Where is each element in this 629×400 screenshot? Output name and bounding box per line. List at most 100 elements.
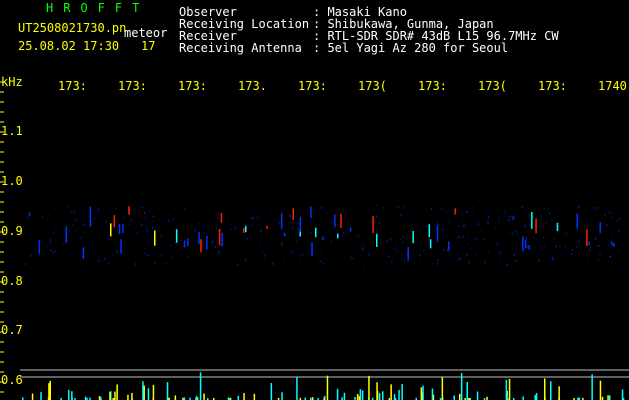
- noise-dot: [282, 259, 284, 261]
- noise-dot: [604, 231, 606, 232]
- echo-streak: [613, 243, 615, 247]
- noise-dot: [52, 252, 54, 253]
- noise-dot: [50, 239, 52, 242]
- noise-dot: [540, 214, 542, 217]
- noise-dot: [510, 215, 512, 218]
- echo-streak: [220, 213, 223, 223]
- noise-dot: [559, 246, 561, 247]
- echo-streak: [349, 227, 352, 232]
- echo-streak: [38, 240, 41, 255]
- noise-dot: [143, 206, 145, 208]
- strength-bar: [343, 392, 346, 400]
- noise-dot: [292, 251, 294, 254]
- noise-dot: [321, 250, 322, 252]
- echo-streak: [524, 239, 527, 249]
- strength-bar: [166, 382, 169, 400]
- noise-dot: [551, 228, 553, 230]
- noise-dot: [467, 243, 469, 245]
- noise-dot: [352, 257, 354, 260]
- strength-bar: [253, 393, 256, 400]
- noise-dot: [448, 221, 450, 223]
- noise-dot: [123, 217, 125, 218]
- noise-dot: [258, 241, 260, 244]
- noise-dot: [180, 239, 182, 241]
- echo-streak: [187, 238, 189, 246]
- noise-dot: [556, 258, 558, 260]
- noise-dot: [203, 231, 205, 234]
- noise-dot: [610, 255, 612, 258]
- noise-dot: [62, 243, 64, 245]
- noise-dot: [606, 224, 608, 227]
- noise-dot: [296, 240, 298, 242]
- noise-dot: [484, 261, 486, 263]
- noise-dot: [543, 207, 545, 210]
- strength-bar: [368, 375, 370, 400]
- noise-dot: [356, 240, 358, 242]
- noise-dot: [453, 214, 455, 216]
- noise-dot: [319, 208, 321, 210]
- noise-dot: [234, 225, 236, 227]
- noise-dot: [554, 212, 556, 214]
- noise-dot: [94, 217, 96, 219]
- noise-dot: [397, 230, 399, 232]
- noise-dot: [292, 226, 294, 229]
- noise-dot: [526, 237, 527, 240]
- noise-dot: [595, 237, 596, 240]
- noise-dot: [91, 230, 93, 232]
- noise-dot: [524, 225, 526, 228]
- noise-dot: [526, 246, 528, 248]
- noise-dot: [145, 253, 147, 255]
- echo-streak: [576, 213, 578, 229]
- strength-bar: [544, 378, 546, 400]
- strength-bar: [127, 394, 129, 400]
- noise-dot: [484, 238, 486, 241]
- noise-dot: [363, 263, 365, 265]
- noise-dot: [466, 254, 468, 257]
- noise-dot: [129, 224, 131, 225]
- strength-bar: [237, 395, 240, 400]
- noise-dot: [475, 237, 476, 240]
- noise-dot: [264, 242, 266, 244]
- strength-bar: [599, 380, 602, 400]
- noise-dot: [420, 241, 422, 243]
- noise-dot: [129, 218, 131, 220]
- noise-dot: [70, 255, 72, 257]
- noise-dot: [498, 216, 500, 219]
- strength-bar: [393, 394, 396, 400]
- noise-dot: [458, 235, 460, 238]
- noise-dot: [310, 231, 312, 234]
- noise-dot: [364, 214, 366, 216]
- strength-bar: [131, 392, 133, 400]
- echo-streak: [340, 213, 342, 228]
- echo-streak: [280, 213, 283, 230]
- noise-dot: [198, 222, 200, 224]
- strength-bar: [116, 384, 118, 400]
- strength-bar: [550, 381, 552, 400]
- noise-dot: [319, 260, 321, 263]
- noise-dot: [273, 220, 275, 222]
- noise-dot: [347, 254, 349, 256]
- noise-dot: [548, 208, 550, 210]
- noise-dot: [160, 255, 162, 257]
- noise-dot: [604, 214, 606, 217]
- noise-dot: [390, 238, 392, 241]
- noise-dot: [376, 215, 377, 218]
- noise-dot: [420, 260, 422, 263]
- noise-dot: [162, 219, 164, 221]
- noise-dot: [400, 239, 401, 240]
- noise-dot: [597, 259, 599, 262]
- noise-dot: [602, 222, 604, 225]
- strength-bar: [68, 389, 70, 400]
- noise-dot: [83, 231, 85, 234]
- noise-dot: [590, 247, 592, 248]
- noise-dot: [599, 253, 601, 256]
- noise-dot: [437, 241, 439, 243]
- noise-dot: [457, 225, 459, 228]
- strength-bar: [356, 394, 359, 400]
- noise-dot: [325, 224, 327, 226]
- noise-dot: [466, 234, 468, 237]
- noise-dot: [575, 253, 577, 255]
- noise-dot: [407, 221, 409, 224]
- noise-dot: [302, 253, 304, 256]
- echo-streak: [310, 206, 312, 219]
